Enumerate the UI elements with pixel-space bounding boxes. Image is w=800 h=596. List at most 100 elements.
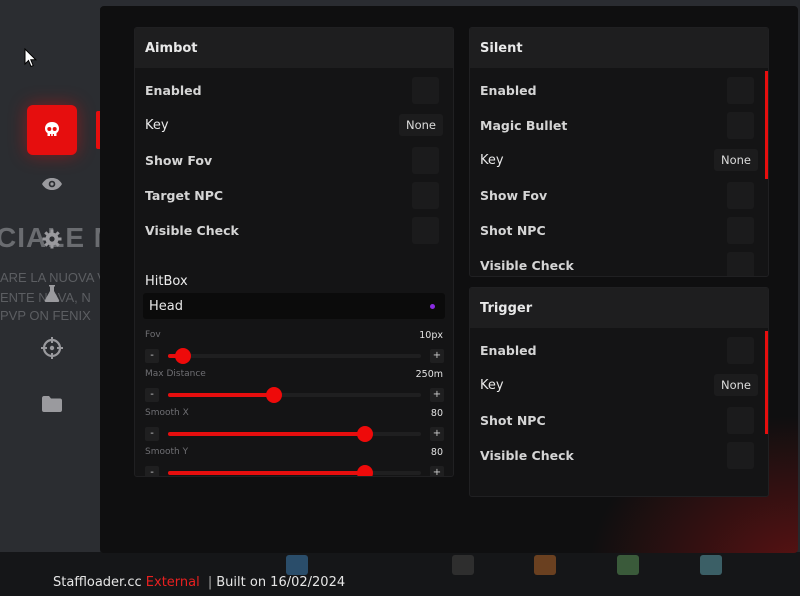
max-distance-slider-fill [168, 393, 275, 397]
silent-enabled-row: Enabled [480, 76, 754, 104]
aimbot-key-label: Key [145, 117, 169, 133]
trigger-shot-npc-checkbox[interactable] [727, 406, 754, 434]
fov-slider-value: 10px [419, 330, 443, 341]
aimbot-key-bind-button[interactable]: None [398, 114, 443, 136]
silent-shot-npc-row: Shot NPC [480, 216, 754, 244]
mouse-cursor-icon [24, 48, 38, 68]
silent-show-fov-label: Show Fov [480, 187, 548, 203]
smooth-y-decrement-button[interactable]: - [145, 466, 159, 476]
smooth-x-slider-handle[interactable] [357, 426, 374, 442]
fov-slider-label: Fov [145, 330, 161, 340]
trigger-scrollbar[interactable] [765, 331, 768, 434]
silent-magic-bullet-checkbox[interactable] [727, 111, 754, 139]
aimbot-enabled-checkbox[interactable] [412, 76, 439, 104]
silent-key-label: Key [480, 152, 504, 168]
aimbot-target-npc-label: Target NPC [145, 187, 224, 203]
aimbot-target-npc-row: Target NPC [145, 181, 439, 209]
footer-watermark: Staffloader.cc External | Built on 16/02/… [53, 575, 345, 590]
gear-icon [42, 229, 62, 249]
trigger-enabled-row: Enabled [480, 336, 754, 364]
trigger-key-bind-button[interactable]: None [713, 374, 758, 396]
nav-misc[interactable] [27, 268, 77, 318]
skull-icon [45, 122, 59, 136]
silent-visible-check-checkbox[interactable] [727, 251, 754, 276]
smooth-x-slider-track[interactable] [168, 426, 421, 442]
trigger-enabled-checkbox[interactable] [727, 336, 754, 364]
max-distance-slider-track[interactable] [168, 387, 421, 403]
fov-slider-track[interactable] [168, 348, 421, 364]
taskbar-app-icon [700, 555, 722, 575]
trigger-panel-title: Trigger [470, 288, 768, 328]
smooth-x-increment-button[interactable]: + [430, 427, 444, 441]
max-distance-decrement-button[interactable]: - [145, 388, 159, 402]
aimbot-show-fov-checkbox[interactable] [412, 146, 439, 174]
aimbot-show-fov-label: Show Fov [145, 152, 213, 168]
aimbot-visible-check-row: Visible Check [145, 216, 439, 244]
smooth-x-slider-value: 80 [430, 408, 443, 419]
max-distance-slider-handle[interactable] [266, 387, 283, 403]
aimbot-panel-title: Aimbot [135, 28, 453, 68]
nav-targeting[interactable] [27, 323, 77, 373]
silent-key-row: Key None [480, 146, 758, 174]
footer-build-date: Built on 16/02/2024 [216, 575, 346, 590]
smooth-y-slider-label: Smooth Y [145, 447, 189, 457]
smooth-y-slider-track[interactable] [168, 465, 421, 476]
fov-increment-button[interactable]: + [430, 349, 444, 363]
aimbot-visible-check-label: Visible Check [145, 222, 239, 238]
aimbot-key-row: Key None [145, 111, 443, 139]
trigger-shot-npc-label: Shot NPC [480, 412, 546, 428]
taskbar-app-icon [534, 555, 556, 575]
cheat-menu-window: Aimbot Enabled Key None Show Fov Target … [100, 6, 798, 553]
silent-show-fov-row: Show Fov [480, 181, 754, 209]
crosshair-icon [41, 337, 63, 359]
nav-visuals[interactable] [27, 159, 77, 209]
silent-enabled-label: Enabled [480, 82, 537, 98]
smooth-y-slider-fill [168, 471, 366, 475]
smooth-x-decrement-button[interactable]: - [145, 427, 159, 441]
aimbot-target-npc-checkbox[interactable] [412, 181, 439, 209]
silent-magic-bullet-row: Magic Bullet [480, 111, 754, 139]
trigger-key-label: Key [480, 377, 504, 393]
silent-visible-check-row: Visible Check [480, 251, 754, 276]
silent-magic-bullet-label: Magic Bullet [480, 117, 568, 133]
aimbot-show-fov-row: Show Fov [145, 146, 439, 174]
taskbar-app-icon [452, 555, 474, 575]
trigger-shot-npc-row: Shot NPC [480, 406, 754, 434]
taskbar-app-icon [617, 555, 639, 575]
fov-slider-handle[interactable] [175, 348, 192, 364]
dropdown-dot-icon [430, 303, 435, 309]
aimbot-visible-check-checkbox[interactable] [412, 216, 439, 244]
fov-decrement-button[interactable]: - [145, 349, 159, 363]
silent-scrollbar[interactable] [765, 71, 768, 179]
nav-aimbot[interactable] [27, 105, 77, 155]
silent-panel: Silent Enabled Magic Bullet Key None Sho… [469, 27, 769, 277]
trigger-panel: Trigger Enabled Key None Shot NPC Visibl… [469, 287, 769, 497]
silent-shot-npc-checkbox[interactable] [727, 216, 754, 244]
silent-show-fov-checkbox[interactable] [727, 181, 754, 209]
trigger-enabled-label: Enabled [480, 342, 537, 358]
silent-enabled-checkbox[interactable] [727, 76, 754, 104]
max-distance-slider-value: 250m [415, 369, 443, 380]
trigger-visible-check-label: Visible Check [480, 447, 574, 463]
trigger-visible-check-row: Visible Check [480, 441, 754, 469]
sidebar [0, 0, 102, 560]
max-distance-increment-button[interactable]: + [430, 388, 444, 402]
trigger-visible-check-checkbox[interactable] [727, 441, 754, 469]
hitbox-selected-value: Head [149, 298, 183, 314]
smooth-y-slider-value: 80 [430, 447, 443, 458]
smooth-y-slider-handle[interactable] [357, 465, 374, 476]
smooth-y-increment-button[interactable]: + [430, 466, 444, 476]
max-distance-slider-label: Max Distance [145, 369, 206, 379]
eye-icon [42, 178, 62, 190]
flask-icon [44, 285, 60, 302]
hitbox-label: HitBox [145, 274, 188, 289]
footer-edition: External [145, 575, 200, 590]
aimbot-panel: Aimbot Enabled Key None Show Fov Target … [134, 27, 454, 477]
trigger-key-row: Key None [480, 371, 758, 399]
folder-icon [42, 396, 62, 412]
silent-shot-npc-label: Shot NPC [480, 222, 546, 238]
nav-settings[interactable] [27, 214, 77, 264]
silent-key-bind-button[interactable]: None [713, 149, 758, 171]
hitbox-dropdown[interactable]: Head [143, 293, 445, 319]
nav-configs[interactable] [27, 379, 77, 429]
